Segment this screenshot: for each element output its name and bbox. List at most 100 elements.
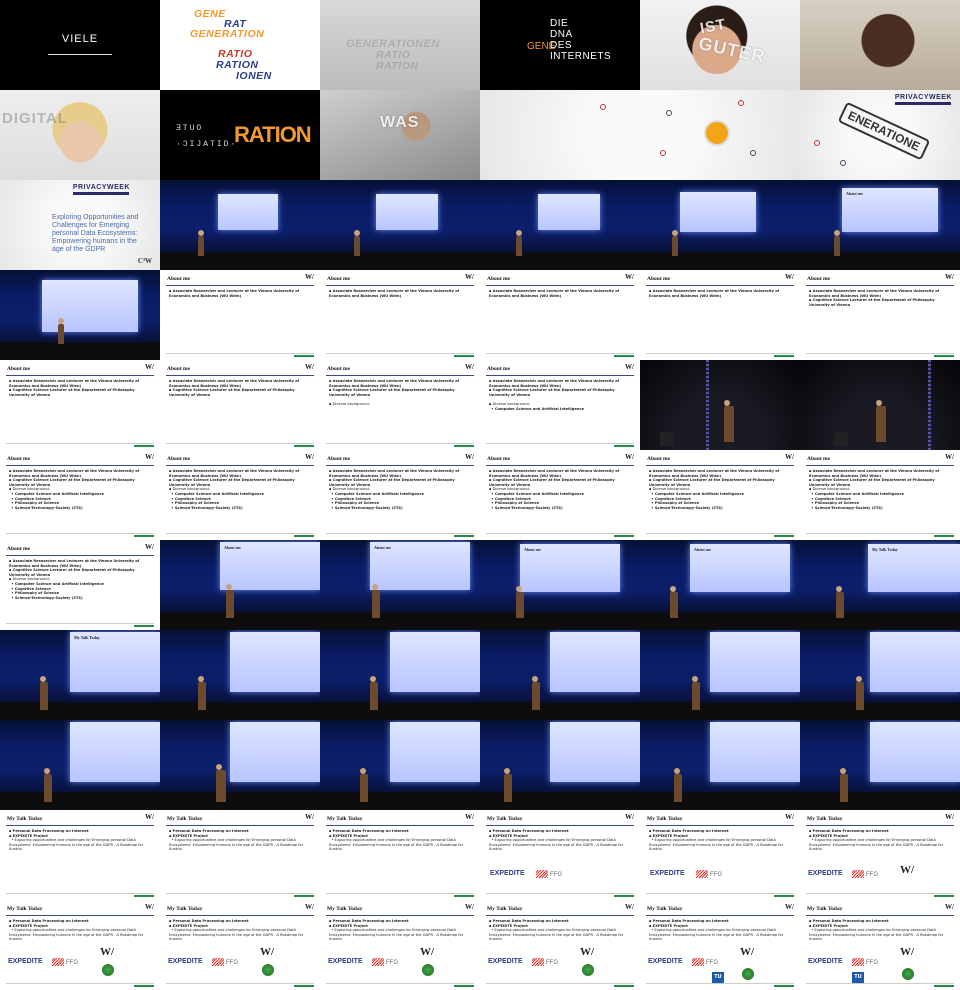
sub-bullet: • Exploring opportunities and challenges… [329,928,464,942]
frame-stage: About me [800,180,960,270]
network-node [660,150,666,156]
sub-bullet: • Computer Science and Artificial Intell… [171,491,264,496]
frame-stage: My Talk Today [0,630,160,720]
talk-title-text: Exploring Opportunities and Challenges f… [52,214,139,253]
wu-logo: W/ [465,453,474,461]
wu-logo: W/ [305,813,314,821]
bullet: ▪ Cognitive Science Lecturer at the Depa… [169,388,295,397]
ffg-logo: FFG [692,958,718,966]
sub-bullet: • Computer Science and Artificial Intell… [651,491,744,496]
ffg-logo: FFG [536,870,562,878]
screen-title: About me [694,547,711,552]
stage-floor [160,702,320,720]
slide-footer [646,893,794,897]
title-rule [806,465,954,466]
ffg-logo: FFG [212,958,238,966]
title-rule [326,285,474,286]
wu-logo: W/ [625,453,634,461]
bullet: ▪ Personal Data Processing on Internet [169,919,249,923]
word: DIE [550,18,569,29]
wu-logo-large: W/ [740,946,755,958]
sub-bullet: • Cognitive Science [11,586,51,591]
bullet: ▪ Associate Researcher and Lecturer at t… [329,469,460,478]
big-word: RATION [234,122,312,147]
sub-bullet: • Cognitive Science [11,496,51,501]
bullet: ▪ Cognitive Science Lecturer at the Depa… [809,478,935,487]
slide-body: ▪ Associate Researcher and Lecturer at t… [489,469,632,510]
bullet: ▪ Associate Researcher and Lecturer at t… [169,469,300,478]
slide-footer [326,983,474,987]
ffg-logo: FFG [852,958,878,966]
wu-logo: W/ [785,813,794,821]
frame-ghost-words: GENERATIONEN RATIO RATION [320,0,480,90]
bullet: ▪ Diverse background: [169,487,210,492]
slide-about: About me W/ ▪ Associate Researcher and L… [480,450,640,540]
slide-body: ▪ Associate Researcher and Lecturer at t… [809,289,952,307]
wu-logo-large: W/ [900,946,915,958]
sub-bullet: • Exploring opportunities and challenges… [809,928,944,942]
sub-bullet: • Exploring opportunities and challenges… [809,838,944,852]
slide-footer [486,443,634,447]
slide-footer [326,353,474,357]
slide-body: ▪ Associate Researcher and Lecturer at t… [649,469,792,510]
bullet: ▪ Associate Researcher and Lecturer at t… [809,289,940,298]
word: DES [550,40,573,51]
slide-body: ▪ Personal Data Processing on Internet ▪ … [169,829,312,852]
stage-floor [0,792,160,810]
title-rule [806,915,954,916]
projection-screen: About me [370,542,470,590]
frame-portrait-girl: IST GUTER [640,0,800,90]
projection-screen [390,722,480,782]
bullet: ▪ Personal Data Processing on Internet [9,829,89,833]
privacyweek-logo: PRIVACYWEEK [73,184,130,195]
slide-body: ▪ Associate Researcher and Lecturer at t… [329,379,472,407]
sub-bullet: • Cognitive Science [491,496,531,501]
slide-footer [806,893,954,897]
bullet: ▪ EXPEDITE Project [169,833,208,838]
slide-footer [6,893,154,897]
wu-logo: W/ [305,363,314,371]
sub-bullet: • Science-Technology-Society (STS) [651,505,723,510]
network-node [738,100,744,106]
title-rule [326,915,474,916]
slide-talk: My Talk Today W/ ▪ Personal Data Process… [320,810,480,900]
university-seal-icon [102,964,114,976]
wu-logo-large: W/ [420,946,435,958]
bullet: ▪ EXPEDITE Project [649,923,688,928]
slide-body: ▪ Associate Researcher and Lecturer at t… [169,289,312,298]
frame-stage: About me [320,540,480,630]
slide-title: About me [807,456,831,462]
sub-bullet: • Cognitive Science [331,496,371,501]
tu-logo: TU [852,972,864,983]
speaker [840,768,848,802]
frame-stage: About me [160,540,320,630]
sub-bullet: • Exploring opportunities and challenges… [9,838,144,852]
wu-logo: W/ [945,813,954,821]
speaker [856,676,864,710]
title-rule [166,285,314,286]
slide-footer [806,353,954,357]
bullet: ▪ Associate Researcher and Lecturer at t… [329,379,460,388]
sub-bullet: • Computer Science and Artificial Intell… [811,491,904,496]
frame-stage-closeup [640,360,800,450]
sub-bullet: • Philosophy of Science [11,591,60,596]
word: GENE [527,41,556,52]
slide-title: About me [487,456,511,462]
slide-footer [166,893,314,897]
wu-logo: W/ [625,363,634,371]
wu-logo: W/ [145,363,154,371]
frame-portrait-tablet: WAS [320,90,480,180]
frame-stage: My Talk Today [800,540,960,630]
ffg-logo: FFG [696,870,722,878]
slide-title: My Talk Today [807,906,843,912]
slide-footer [6,443,154,447]
bullet: ▪ Cognitive Science Lecturer at the Depa… [489,478,615,487]
speaker [532,676,540,710]
slide-title: About me [327,276,351,282]
slide-title: About me [487,366,511,372]
slide-talk: My Talk Today W/ ▪ Personal Data Process… [800,900,960,990]
projection-screen: My Talk Today [868,544,960,592]
sub-bullet: • Cognitive Science [651,496,691,501]
frame-stage [800,720,960,810]
projection-screen [390,632,480,692]
